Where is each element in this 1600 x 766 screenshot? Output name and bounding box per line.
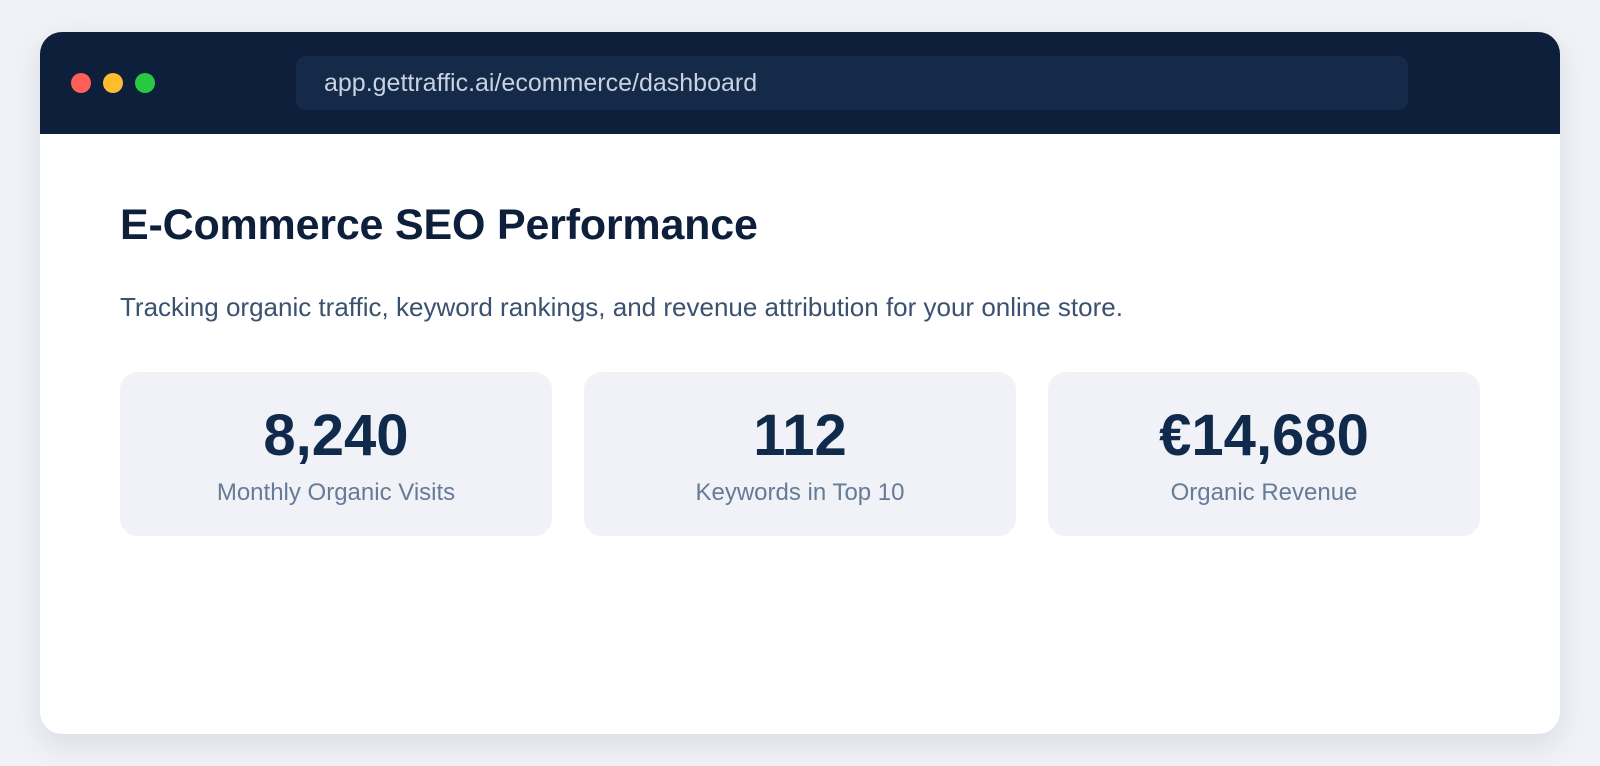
close-window-button[interactable]	[71, 73, 91, 93]
maximize-window-button[interactable]	[135, 73, 155, 93]
stat-value: €14,680	[1159, 403, 1369, 468]
page-title: E-Commerce SEO Performance	[120, 201, 758, 249]
stat-label: Organic Revenue	[1170, 479, 1358, 506]
address-bar[interactable]: app.gettraffic.ai/ecommerce/dashboard	[296, 56, 1408, 110]
stat-label: Keywords in Top 10	[695, 479, 905, 506]
stat-card-organic-visits: 8,240 Monthly Organic Visits	[120, 372, 552, 536]
browser-title-bar: app.gettraffic.ai/ecommerce/dashboard	[40, 32, 1560, 134]
stat-card-top-keywords: 112 Keywords in Top 10	[584, 372, 1016, 536]
page-subtitle: Tracking organic traffic, keyword rankin…	[120, 292, 1123, 322]
stat-cards: 8,240 Monthly Organic Visits 112 Keyword…	[120, 372, 1480, 536]
stat-card-organic-revenue: €14,680 Organic Revenue	[1048, 372, 1480, 536]
dashboard-content: E-Commerce SEO Performance Tracking orga…	[40, 134, 1560, 536]
address-bar-url: app.gettraffic.ai/ecommerce/dashboard	[324, 68, 758, 97]
stat-label: Monthly Organic Visits	[216, 479, 456, 506]
stat-value: 112	[753, 403, 847, 468]
stat-value: 8,240	[263, 403, 409, 468]
window-controls	[71, 73, 155, 93]
browser-window: app.gettraffic.ai/ecommerce/dashboard E-…	[40, 32, 1560, 734]
minimize-window-button[interactable]	[103, 73, 123, 93]
